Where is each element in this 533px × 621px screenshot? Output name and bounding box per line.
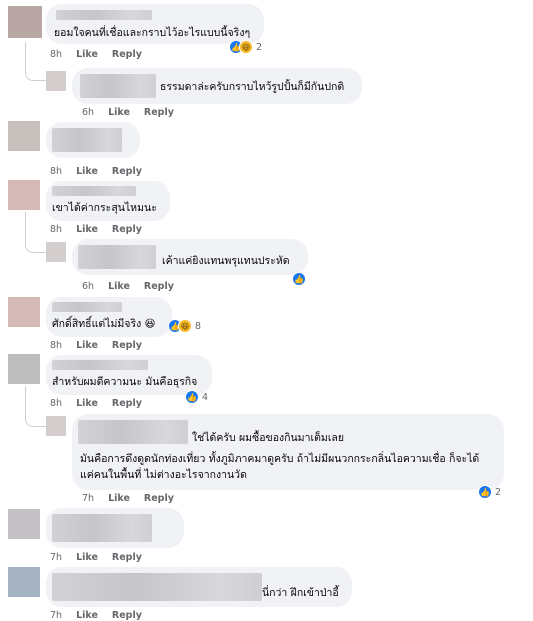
thread-connector	[25, 386, 46, 427]
avatar[interactable]	[8, 509, 40, 539]
timestamp[interactable]: 8h	[50, 49, 62, 60]
comment-text: สำหรับผมดีความนะ มันคือธุรกิจ	[52, 376, 198, 388]
comment-text: เขาได้ค่ากระสุนไหมนะ	[52, 202, 157, 214]
timestamp[interactable]: 7h	[50, 552, 62, 563]
reply-button[interactable]: Reply	[112, 340, 142, 351]
reply-button[interactable]: Reply	[112, 49, 142, 60]
like-reaction-icon: 👍	[185, 390, 199, 404]
like-reaction-icon: 👍	[478, 485, 492, 499]
comment-text-line-2: มันคือการดึงดูดนักท่องเที่ยว ทั้งภูมิภาค…	[80, 453, 480, 465]
comment-actions: 7h Like Reply	[50, 610, 156, 621]
like-button[interactable]: Like	[76, 398, 98, 409]
timestamp[interactable]: 8h	[50, 166, 62, 177]
comment-actions: 8h Like Reply	[50, 340, 156, 351]
reply-button[interactable]: Reply	[144, 493, 174, 504]
reply-button[interactable]: Reply	[112, 610, 142, 621]
comment-bubble: เค้าแค่ยิงแทนพรุแทนประหัด	[72, 239, 308, 275]
like-button[interactable]: Like	[76, 49, 98, 60]
comment-bubble: เขาได้ค่ากระสุนไหมนะ	[46, 181, 170, 221]
avatar[interactable]	[8, 297, 40, 327]
redacted-name[interactable]	[52, 302, 122, 312]
reaction-summary[interactable]: 👍 😆 2	[229, 39, 262, 55]
reply-button[interactable]: Reply	[112, 398, 142, 409]
haha-reaction-icon: 😆	[239, 40, 253, 54]
comment-bubble: ธรรมดาล่ะครับกราบไหว้รูปปั้นก็มีกันปกติ	[72, 68, 362, 104]
redacted-name[interactable]	[52, 514, 152, 542]
comment-bubble: ใช่ได้ครับ ผมซื้อของกินมาเต็มเลย มันคือก…	[72, 414, 504, 490]
reaction-summary[interactable]: 👍 4	[185, 389, 208, 405]
comment-bubble	[46, 508, 184, 548]
comment-text: นี่กว่า ฝึกเข้าป่าอี้	[262, 587, 339, 599]
reply-button[interactable]: Reply	[112, 552, 142, 563]
like-button[interactable]: Like	[76, 166, 98, 177]
comment-actions: 6h Like Reply	[82, 107, 188, 118]
like-button[interactable]: Like	[108, 493, 130, 504]
timestamp[interactable]: 8h	[50, 398, 62, 409]
reaction-count: 4	[202, 391, 209, 403]
comment-bubble: ยอมใจคนที่เชื่อและกราบไว้อะไรแบบนี้จริงๆ	[46, 4, 264, 44]
comment-text-line-1: ใช่ได้ครับ ผมซื้อของกินมาเต็มเลย	[192, 432, 344, 444]
comment-actions: 6h Like Reply	[82, 281, 188, 292]
haha-reaction-icon: 😆	[178, 319, 192, 333]
reaction-summary[interactable]: 👍	[292, 271, 306, 287]
like-button[interactable]: Like	[76, 552, 98, 563]
redacted-name[interactable]	[78, 245, 156, 269]
comment-text: ศักดิ์สิทธิ์แต่ไม่มีจริง 😆	[52, 318, 156, 330]
avatar[interactable]	[8, 6, 42, 38]
reply-button[interactable]: Reply	[144, 281, 174, 292]
comment-bubble: ศักดิ์สิทธิ์แต่ไม่มีจริง 😆	[46, 297, 172, 337]
like-button[interactable]: Like	[76, 340, 98, 351]
reaction-count: 2	[495, 486, 502, 498]
like-button[interactable]: Like	[76, 610, 98, 621]
reply-button[interactable]: Reply	[144, 107, 174, 118]
timestamp[interactable]: 7h	[50, 610, 62, 621]
redacted-name[interactable]	[52, 360, 148, 370]
like-reaction-icon: 👍	[292, 272, 306, 286]
avatar[interactable]	[46, 242, 66, 262]
reaction-summary[interactable]: 👍 😆 8	[168, 318, 201, 334]
avatar[interactable]	[8, 354, 40, 384]
comment-text: ธรรมดาล่ะครับกราบไหว้รูปปั้นก็มีกันปกติ	[160, 81, 345, 93]
comment-actions: 7h Like Reply	[50, 552, 156, 563]
like-button[interactable]: Like	[76, 224, 98, 235]
timestamp[interactable]: 8h	[50, 340, 62, 351]
avatar[interactable]	[8, 180, 40, 210]
redacted-name[interactable]	[78, 420, 188, 444]
timestamp[interactable]: 6h	[82, 281, 94, 292]
avatar[interactable]	[46, 416, 66, 436]
thread-connector	[25, 212, 46, 253]
comment-bubble: นี่กว่า ฝึกเข้าป่าอี้	[46, 567, 352, 607]
reaction-summary[interactable]: 👍 2	[478, 484, 501, 500]
redacted-name[interactable]	[52, 128, 122, 152]
comment-text: เค้าแค่ยิงแทนพรุแทนประหัด	[162, 255, 290, 267]
comment-text: ยอมใจคนที่เชื่อและกราบไว้อะไรแบบนี้จริงๆ	[54, 27, 251, 39]
like-button[interactable]: Like	[108, 107, 130, 118]
timestamp[interactable]: 7h	[82, 493, 94, 504]
like-button[interactable]: Like	[108, 281, 130, 292]
comment-actions: 8h Like Reply	[50, 166, 156, 177]
avatar[interactable]	[8, 567, 40, 597]
redacted-name[interactable]	[52, 573, 262, 601]
redacted-name[interactable]	[80, 74, 156, 98]
comment-actions: 7h Like Reply	[82, 493, 188, 504]
comment-actions: 8h Like Reply	[50, 398, 156, 409]
timestamp[interactable]: 6h	[82, 107, 94, 118]
redacted-name[interactable]	[56, 10, 152, 20]
reply-button[interactable]: Reply	[112, 166, 142, 177]
reaction-count: 8	[195, 320, 202, 332]
comment-text-line-3: แค่คนในพื้นที่ ไม่ต่างอะไรจากงานวัด	[80, 469, 247, 481]
comment-actions: 8h Like Reply	[50, 49, 156, 60]
thread-connector	[25, 42, 46, 81]
timestamp[interactable]: 8h	[50, 224, 62, 235]
reaction-count: 2	[256, 41, 263, 53]
comment-bubble	[46, 122, 140, 158]
reply-button[interactable]: Reply	[112, 224, 142, 235]
redacted-name[interactable]	[52, 186, 136, 196]
avatar[interactable]	[8, 121, 40, 151]
avatar[interactable]	[46, 71, 66, 91]
comment-actions: 8h Like Reply	[50, 224, 156, 235]
